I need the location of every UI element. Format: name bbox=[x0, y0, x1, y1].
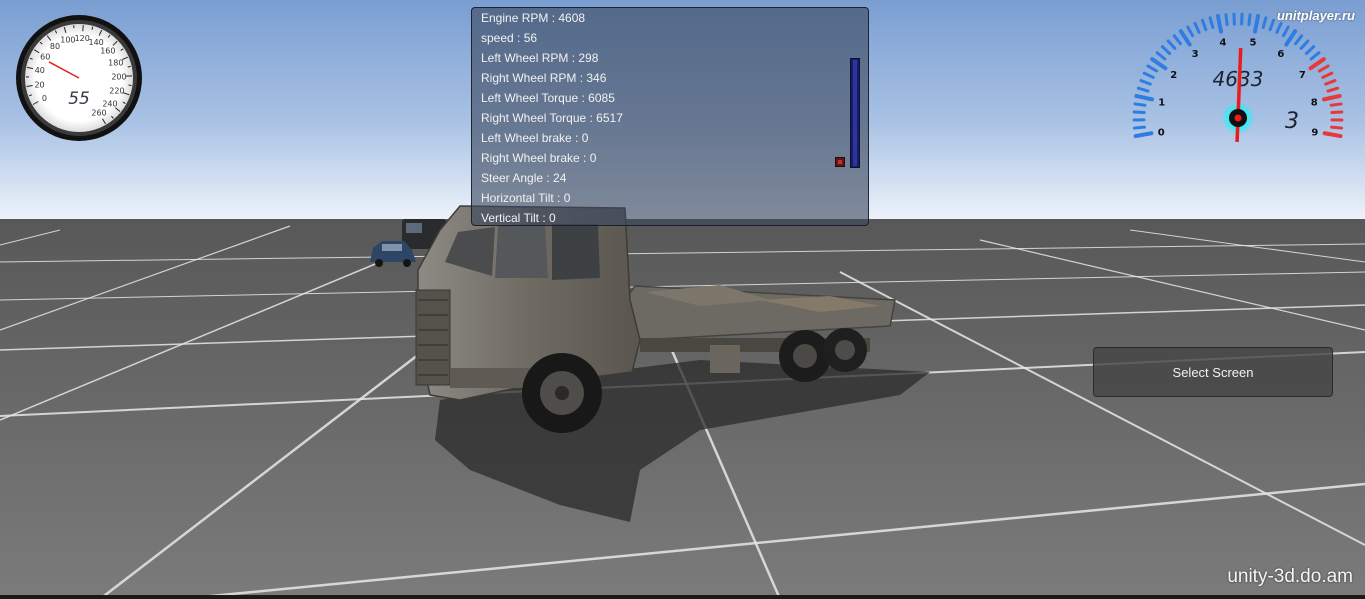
throttle-bar-fill bbox=[853, 60, 857, 166]
brake-indicator bbox=[835, 157, 845, 167]
watermark-top: unitplayer.ru bbox=[1276, 8, 1355, 23]
speedometer-tick-label: 260 bbox=[91, 109, 106, 118]
info-line: Vertical Tilt : 0 bbox=[481, 211, 556, 225]
tachometer-gear: 3 bbox=[1285, 109, 1299, 134]
info-line: Steer Angle : 24 bbox=[481, 171, 567, 185]
tachometer-tick-label: 9 bbox=[1311, 128, 1318, 139]
tachometer-tick bbox=[1329, 102, 1343, 107]
tachometer-tick bbox=[1132, 110, 1146, 115]
speedometer-tick-label: 200 bbox=[111, 72, 126, 81]
tachometer-tick-label: 0 bbox=[1158, 128, 1165, 139]
speedometer: 020406080100 120140160180200220240260 55 bbox=[16, 15, 142, 141]
tachometer-tick-label: 3 bbox=[1192, 49, 1199, 60]
tachometer-tick-label: 6 bbox=[1277, 49, 1284, 60]
speedometer-tick-label: 80 bbox=[50, 42, 60, 51]
speedometer-tick-label: 100 bbox=[60, 36, 75, 45]
tachometer-tick bbox=[1133, 131, 1154, 139]
info-line: Right Wheel Torque : 6517 bbox=[481, 111, 623, 125]
info-line: Left Wheel Torque : 6085 bbox=[481, 91, 615, 105]
info-line: Right Wheel RPM : 346 bbox=[481, 71, 607, 85]
speedometer-tick-label: 240 bbox=[102, 99, 117, 108]
speedometer-tick-label: 60 bbox=[40, 53, 50, 62]
select-screen-button[interactable]: Select Screen bbox=[1093, 347, 1333, 397]
speedometer-tick-label: 20 bbox=[34, 80, 44, 89]
info-line: speed : 56 bbox=[481, 31, 538, 45]
throttle-bar bbox=[850, 58, 860, 168]
speedometer-tick-label: 220 bbox=[109, 87, 124, 96]
tachometer-tick bbox=[1330, 125, 1344, 130]
tachometer-tick bbox=[1133, 102, 1147, 107]
tachometer-tick bbox=[1322, 131, 1343, 139]
tachometer-tick-label: 1 bbox=[1158, 97, 1165, 108]
tachometer-tick-label: 5 bbox=[1250, 37, 1257, 48]
tachometer-tick-label: 4 bbox=[1219, 37, 1226, 48]
info-line: Left Wheel brake : 0 bbox=[481, 131, 589, 145]
watermark-bottom: unity-3d.do.am bbox=[1227, 566, 1353, 587]
info-line: Left Wheel RPM : 298 bbox=[481, 51, 599, 65]
info-line: Right Wheel brake : 0 bbox=[481, 151, 597, 165]
speedometer-tick-label: 0 bbox=[42, 94, 47, 103]
info-line: Engine RPM : 4608 bbox=[481, 11, 586, 25]
tachometer-tick-label: 2 bbox=[1170, 70, 1177, 81]
tachometer-tick-label: 7 bbox=[1299, 70, 1306, 81]
vehicle-info-panel: Engine RPM : 4608 speed : 56 Left Wheel RP… bbox=[471, 7, 869, 226]
speedometer-digital-readout: 55 bbox=[68, 89, 90, 109]
tachometer-tick bbox=[1330, 110, 1344, 115]
speedometer-tick-label: 160 bbox=[100, 46, 115, 55]
tachometer-tick bbox=[1224, 13, 1229, 27]
tachometer-tick-label: 8 bbox=[1311, 97, 1318, 108]
tachometer-tick bbox=[1247, 13, 1252, 27]
bottom-edge bbox=[0, 595, 1365, 599]
speedometer-tick-label: 180 bbox=[108, 58, 123, 67]
speedometer-tick bbox=[127, 65, 131, 68]
speedometer-tick-label: 40 bbox=[35, 66, 45, 75]
info-line: Horizontal Tilt : 0 bbox=[481, 191, 571, 205]
tachometer-tick bbox=[1132, 125, 1146, 130]
